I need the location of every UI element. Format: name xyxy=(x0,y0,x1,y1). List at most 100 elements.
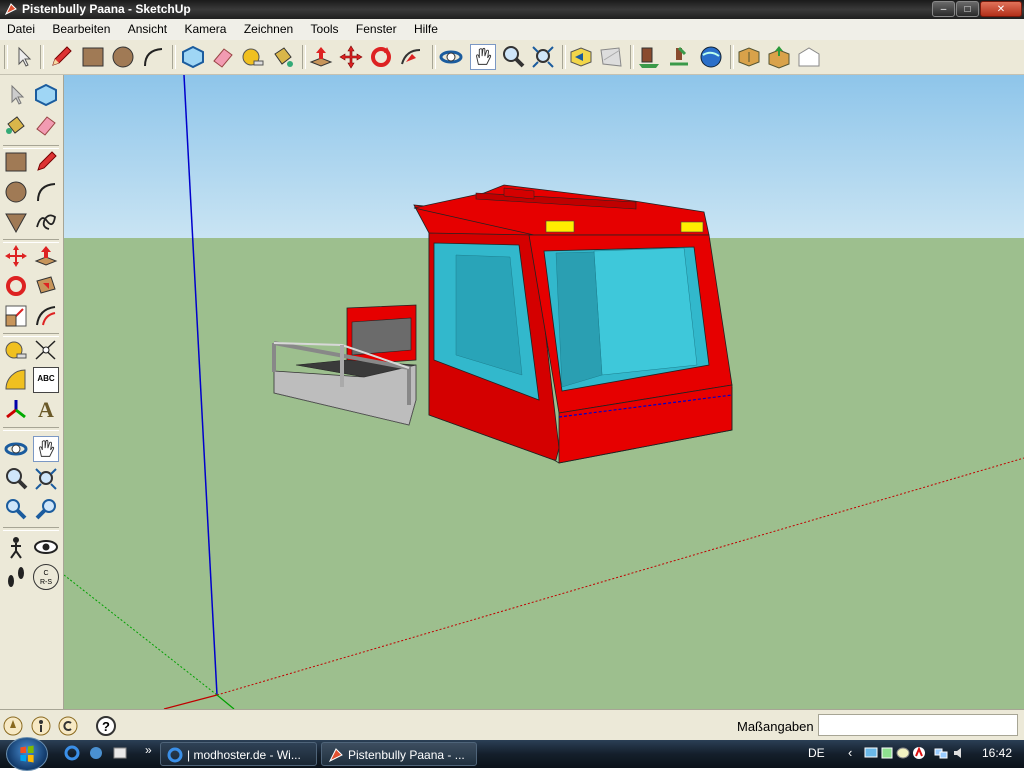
pan-icon[interactable] xyxy=(33,436,59,462)
media-quicklaunch-icon[interactable] xyxy=(88,745,104,761)
get-models-icon[interactable] xyxy=(636,44,662,70)
text-tool-icon[interactable]: ABC xyxy=(33,367,59,393)
minimize-button[interactable]: – xyxy=(932,1,955,17)
pencil-icon[interactable] xyxy=(48,44,74,70)
main-toolbar xyxy=(0,40,1024,75)
orbit-icon[interactable] xyxy=(438,44,464,70)
protractor-icon[interactable] xyxy=(3,367,29,393)
zoom-extents-icon[interactable] xyxy=(530,44,556,70)
chat-tray-icon[interactable] xyxy=(896,746,910,760)
orbit-icon[interactable] xyxy=(3,436,29,462)
previous-view-icon[interactable] xyxy=(568,44,594,70)
language-indicator[interactable]: DE xyxy=(808,746,825,760)
select-icon[interactable] xyxy=(3,82,29,108)
make-component-2-icon[interactable] xyxy=(736,44,762,70)
axes-icon[interactable] xyxy=(3,397,29,423)
push-pull-icon[interactable] xyxy=(308,44,334,70)
get-current-view-icon[interactable] xyxy=(796,44,822,70)
zoom-extents-icon[interactable] xyxy=(33,496,59,522)
tape-measure-icon[interactable] xyxy=(240,44,266,70)
menu-hilfe[interactable]: Hilfe xyxy=(407,19,445,36)
follow-me-icon[interactable] xyxy=(33,273,59,299)
device-tray-icon[interactable] xyxy=(880,746,894,760)
position-camera-icon[interactable] xyxy=(3,534,29,560)
3d-text-icon[interactable]: A xyxy=(33,397,59,423)
rotate-icon[interactable] xyxy=(3,273,29,299)
toolbar-separator xyxy=(562,45,566,69)
antivirus-tray-icon[interactable] xyxy=(912,746,926,760)
rectangle-icon[interactable] xyxy=(80,44,106,70)
geo-location-icon[interactable] xyxy=(3,716,23,736)
volume-icon[interactable] xyxy=(952,746,966,760)
help-icon[interactable]: ? xyxy=(96,716,116,736)
follow-me-icon[interactable] xyxy=(398,44,424,70)
tray-chevron-icon[interactable]: ‹ xyxy=(848,745,852,760)
rectangle-icon[interactable] xyxy=(3,149,29,175)
zoom-icon[interactable] xyxy=(500,44,526,70)
network-status-icon[interactable] xyxy=(934,746,948,760)
eraser-icon[interactable] xyxy=(33,112,59,138)
task-button-browser[interactable]: | modhoster.de - Wi... xyxy=(160,742,317,766)
measurements-input[interactable] xyxy=(818,714,1018,736)
tape-measure-icon[interactable] xyxy=(3,337,29,363)
scene-canvas[interactable] xyxy=(64,75,1024,709)
circle-icon[interactable] xyxy=(3,179,29,205)
section-plane-icon[interactable]: C R-S xyxy=(33,564,59,590)
paint-bucket-icon[interactable] xyxy=(270,44,296,70)
network-tray-icon[interactable] xyxy=(864,746,878,760)
google-earth-icon[interactable] xyxy=(698,44,724,70)
freehand-icon[interactable] xyxy=(33,209,59,235)
windows-logo-icon xyxy=(20,745,34,763)
ie-quicklaunch-icon[interactable] xyxy=(64,745,80,761)
toolbar-separator xyxy=(432,45,436,69)
circle-icon[interactable] xyxy=(110,44,136,70)
make-component-icon[interactable] xyxy=(180,44,206,70)
move-icon[interactable] xyxy=(338,44,364,70)
look-around-icon[interactable] xyxy=(33,534,59,560)
task-label: | modhoster.de - Wi... xyxy=(187,748,301,762)
share-model-icon[interactable] xyxy=(666,44,692,70)
eraser-icon[interactable] xyxy=(210,44,236,70)
menu-bearbeiten[interactable]: Bearbeiten xyxy=(45,19,117,36)
explorer-quicklaunch-icon[interactable] xyxy=(112,745,128,761)
quicklaunch-more-button[interactable]: » xyxy=(145,743,152,757)
menu-kamera[interactable]: Kamera xyxy=(177,19,233,36)
dimension-icon[interactable] xyxy=(33,337,59,363)
3d-viewport[interactable] xyxy=(64,75,1024,709)
menu-fenster[interactable]: Fenster xyxy=(349,19,404,36)
menu-datei[interactable]: Datei xyxy=(0,19,42,36)
start-button[interactable] xyxy=(6,737,48,771)
title-bar[interactable]: Pistenbully Paana - SketchUp – □ ✕ xyxy=(0,0,1024,19)
window-controls: – □ ✕ xyxy=(932,1,1022,17)
paint-bucket-icon[interactable] xyxy=(3,112,29,138)
rotate-icon[interactable] xyxy=(368,44,394,70)
toolbar-separator xyxy=(730,45,734,69)
pencil-icon[interactable] xyxy=(33,149,59,175)
walk-icon[interactable] xyxy=(3,564,29,590)
share-component-icon[interactable] xyxy=(766,44,792,70)
sketchup-app-icon xyxy=(4,3,17,16)
zoom-window-icon[interactable] xyxy=(33,466,59,492)
move-icon[interactable] xyxy=(3,243,29,269)
credits-icon[interactable] xyxy=(31,716,51,736)
menu-ansicht[interactable]: Ansicht xyxy=(121,19,174,36)
menu-tools[interactable]: Tools xyxy=(304,19,346,36)
make-component-icon[interactable] xyxy=(33,82,59,108)
offset-icon[interactable] xyxy=(33,303,59,329)
next-view-icon[interactable] xyxy=(598,44,624,70)
polygon-icon[interactable] xyxy=(3,209,29,235)
maximize-button[interactable]: □ xyxy=(956,1,979,17)
previous-icon[interactable] xyxy=(3,496,29,522)
select-icon[interactable] xyxy=(10,44,36,70)
copyright-icon[interactable] xyxy=(58,716,78,736)
close-button[interactable]: ✕ xyxy=(980,1,1022,17)
task-button-sketchup[interactable]: Pistenbully Paana - ... xyxy=(321,742,477,766)
arc-icon[interactable] xyxy=(140,44,166,70)
zoom-icon[interactable] xyxy=(3,466,29,492)
pan-icon[interactable] xyxy=(470,44,496,70)
clock[interactable]: 16:42 xyxy=(982,746,1012,760)
arc-icon[interactable] xyxy=(33,179,59,205)
push-pull-icon[interactable] xyxy=(33,243,59,269)
scale-icon[interactable] xyxy=(3,303,29,329)
menu-zeichnen[interactable]: Zeichnen xyxy=(237,19,300,36)
